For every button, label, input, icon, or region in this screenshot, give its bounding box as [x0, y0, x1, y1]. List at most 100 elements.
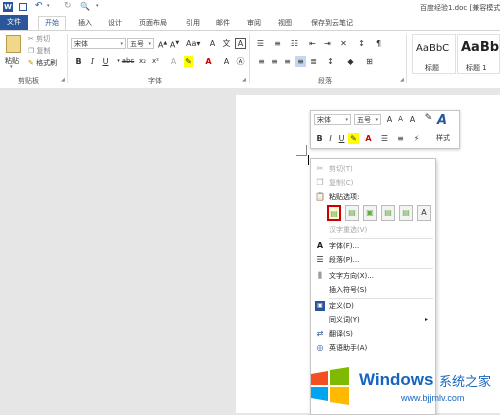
style-normal[interactable]: AaBbC 标题	[412, 34, 456, 74]
multilevel-list-icon[interactable]: ☷	[289, 38, 300, 49]
font-size-combo[interactable]: 五号 ▾	[127, 38, 154, 49]
text-effects-icon[interactable]: A	[168, 56, 179, 67]
grow-font-icon[interactable]: A▲	[157, 38, 168, 50]
bold-icon[interactable]: B	[314, 133, 325, 144]
save-icon[interactable]	[19, 3, 27, 11]
sort-icon[interactable]: ↕	[356, 38, 367, 49]
menu-item-reconvert[interactable]: 汉字重选(V)	[311, 224, 435, 236]
bullets-icon[interactable]: ☰	[255, 38, 266, 49]
underline-icon[interactable]: U	[336, 133, 347, 144]
tab-layout[interactable]: 页面布局	[139, 17, 167, 30]
numbering-icon[interactable]: ≡	[395, 133, 406, 144]
watermark-brand: Windows	[359, 370, 434, 389]
phonetic-guide-icon[interactable]: 文	[221, 38, 232, 49]
italic-icon[interactable]: I	[325, 133, 336, 144]
clear-formatting-icon[interactable]: A	[207, 38, 218, 49]
undo-icon[interactable]: ↶	[35, 1, 43, 11]
styles-pane-icon[interactable]: ⚡	[411, 133, 422, 144]
align-left-icon[interactable]: ≡	[256, 56, 267, 67]
menu-item-cut[interactable]: ✂ 剪切(T)	[311, 163, 435, 175]
highlight-icon[interactable]: ✎	[184, 56, 193, 67]
style-heading-1[interactable]: AaBb 标题 1	[457, 34, 500, 74]
styles-big-icon[interactable]: A	[437, 113, 447, 128]
font-color-icon[interactable]: A	[203, 56, 214, 67]
paste-picture-icon[interactable]: ▣	[363, 205, 377, 221]
strikethrough-icon[interactable]: abc	[120, 56, 136, 67]
font-name-combo[interactable]: 宋体 ▾	[71, 38, 126, 49]
customize-toolbar-icon[interactable]: ▾	[96, 3, 99, 9]
tab-view[interactable]: 视图	[278, 17, 292, 30]
change-case-icon[interactable]: Aa▾	[186, 38, 200, 49]
shading-icon[interactable]: ◆	[345, 56, 356, 67]
show-formatting-icon[interactable]: ¶	[373, 38, 384, 49]
character-shading-icon[interactable]: A	[221, 56, 232, 67]
decrease-indent-icon[interactable]: ⇤	[307, 38, 318, 49]
tab-save-to-cloud-notes[interactable]: 保存到云笔记	[311, 17, 353, 30]
tab-design[interactable]: 设计	[108, 17, 122, 30]
menu-item-text-direction[interactable]: ⫼ 文字方向(X)...	[311, 270, 435, 282]
menu-item-define[interactable]: ▣ 定义(D)	[311, 300, 435, 312]
paste-link-keep-source-icon[interactable]: ▤	[381, 205, 395, 221]
tab-home[interactable]: 开始	[38, 16, 66, 30]
copy-button[interactable]: ❐ 复制	[28, 46, 51, 57]
font-color-icon[interactable]: A	[363, 133, 374, 144]
tab-file[interactable]: 文件	[0, 15, 28, 30]
chevron-down-icon: ▾	[375, 117, 378, 123]
underline-icon[interactable]: U	[100, 56, 111, 67]
tab-insert[interactable]: 插入	[78, 17, 92, 30]
menu-item-copy[interactable]: ❐ 复制(C)	[311, 177, 435, 189]
line-spacing-icon[interactable]: ↕	[325, 56, 336, 67]
paste-merge-format-icon[interactable]: ▤	[345, 205, 359, 221]
watermark-brand-cn: 系统之家	[439, 375, 492, 390]
format-painter-icon[interactable]: ✎	[423, 113, 434, 124]
menu-item-font[interactable]: A 字体(F)...	[311, 240, 435, 252]
cut-button[interactable]: ✂ 剪切	[28, 34, 50, 45]
mini-size-combo[interactable]: 五号 ▾	[354, 114, 381, 125]
menu-item-paragraph[interactable]: ☰ 段落(P)...	[311, 254, 435, 266]
bold-icon[interactable]: B	[73, 56, 84, 67]
shrink-font-icon[interactable]: A	[395, 114, 406, 125]
increase-indent-icon[interactable]: ⇥	[322, 38, 333, 49]
paste-link-merge-icon[interactable]: ▤	[399, 205, 413, 221]
mini-font-combo[interactable]: 宋体 ▾	[314, 114, 351, 125]
menu-item-insert-symbol[interactable]: 插入符号(S)	[311, 284, 435, 296]
tab-review[interactable]: 审阅	[247, 17, 261, 30]
chinese-layout-icon[interactable]: ✕	[338, 38, 349, 49]
paste-button[interactable]: 粘贴 ▾	[4, 35, 24, 71]
menu-item-english-assistant[interactable]: ◎ 英语助手(A)	[311, 342, 435, 354]
tab-mailings[interactable]: 邮件	[216, 17, 230, 30]
character-border-icon[interactable]: Ⓐ	[235, 56, 246, 67]
paste-keep-source-icon[interactable]: ▤	[327, 205, 341, 221]
format-painter-button[interactable]: ✎ 格式刷	[28, 58, 57, 69]
word-logo-icon[interactable]: W	[3, 2, 13, 12]
paragraph-launcher-icon[interactable]: ◢	[400, 77, 404, 83]
paste-text-only-icon[interactable]: A	[417, 205, 431, 221]
font-launcher-icon[interactable]: ◢	[242, 77, 246, 83]
italic-icon[interactable]: I	[87, 56, 98, 67]
align-center-icon[interactable]: ≡	[269, 56, 280, 67]
superscript-icon[interactable]: x²	[150, 56, 161, 67]
mini-styles-label[interactable]: 样式	[436, 133, 450, 143]
redo-icon[interactable]: ↻	[64, 1, 72, 11]
subscript-icon[interactable]: x₂	[137, 56, 148, 67]
menu-item-translate[interactable]: ⇄ 翻译(S)	[311, 328, 435, 340]
highlight-icon[interactable]: ✎	[348, 133, 359, 144]
preview-icon[interactable]: 🔍	[80, 2, 90, 11]
align-right-icon[interactable]: ≡	[282, 56, 293, 67]
paste-icon	[6, 35, 21, 53]
borders-icon[interactable]: ⊞	[364, 56, 375, 67]
shrink-font-icon[interactable]: A▼	[169, 38, 180, 50]
clipboard-launcher-icon[interactable]: ◢	[61, 77, 65, 83]
font-icon: A	[316, 241, 324, 250]
justify-icon[interactable]: ≡	[295, 56, 306, 67]
clear-formatting-icon[interactable]: A	[407, 114, 418, 125]
tab-references[interactable]: 引用	[186, 17, 200, 30]
distributed-icon[interactable]: ≣	[308, 56, 319, 67]
bullets-icon[interactable]: ☰	[379, 133, 390, 144]
menu-item-synonyms[interactable]: 同义词(Y) ▸	[311, 314, 435, 326]
grow-font-icon[interactable]: A	[384, 114, 395, 125]
font-group-label: 字体	[148, 77, 162, 85]
undo-dropdown-icon[interactable]: ▾	[47, 3, 50, 9]
numbering-icon[interactable]: ≡	[272, 38, 283, 49]
enclose-characters-icon[interactable]: A	[235, 38, 246, 49]
